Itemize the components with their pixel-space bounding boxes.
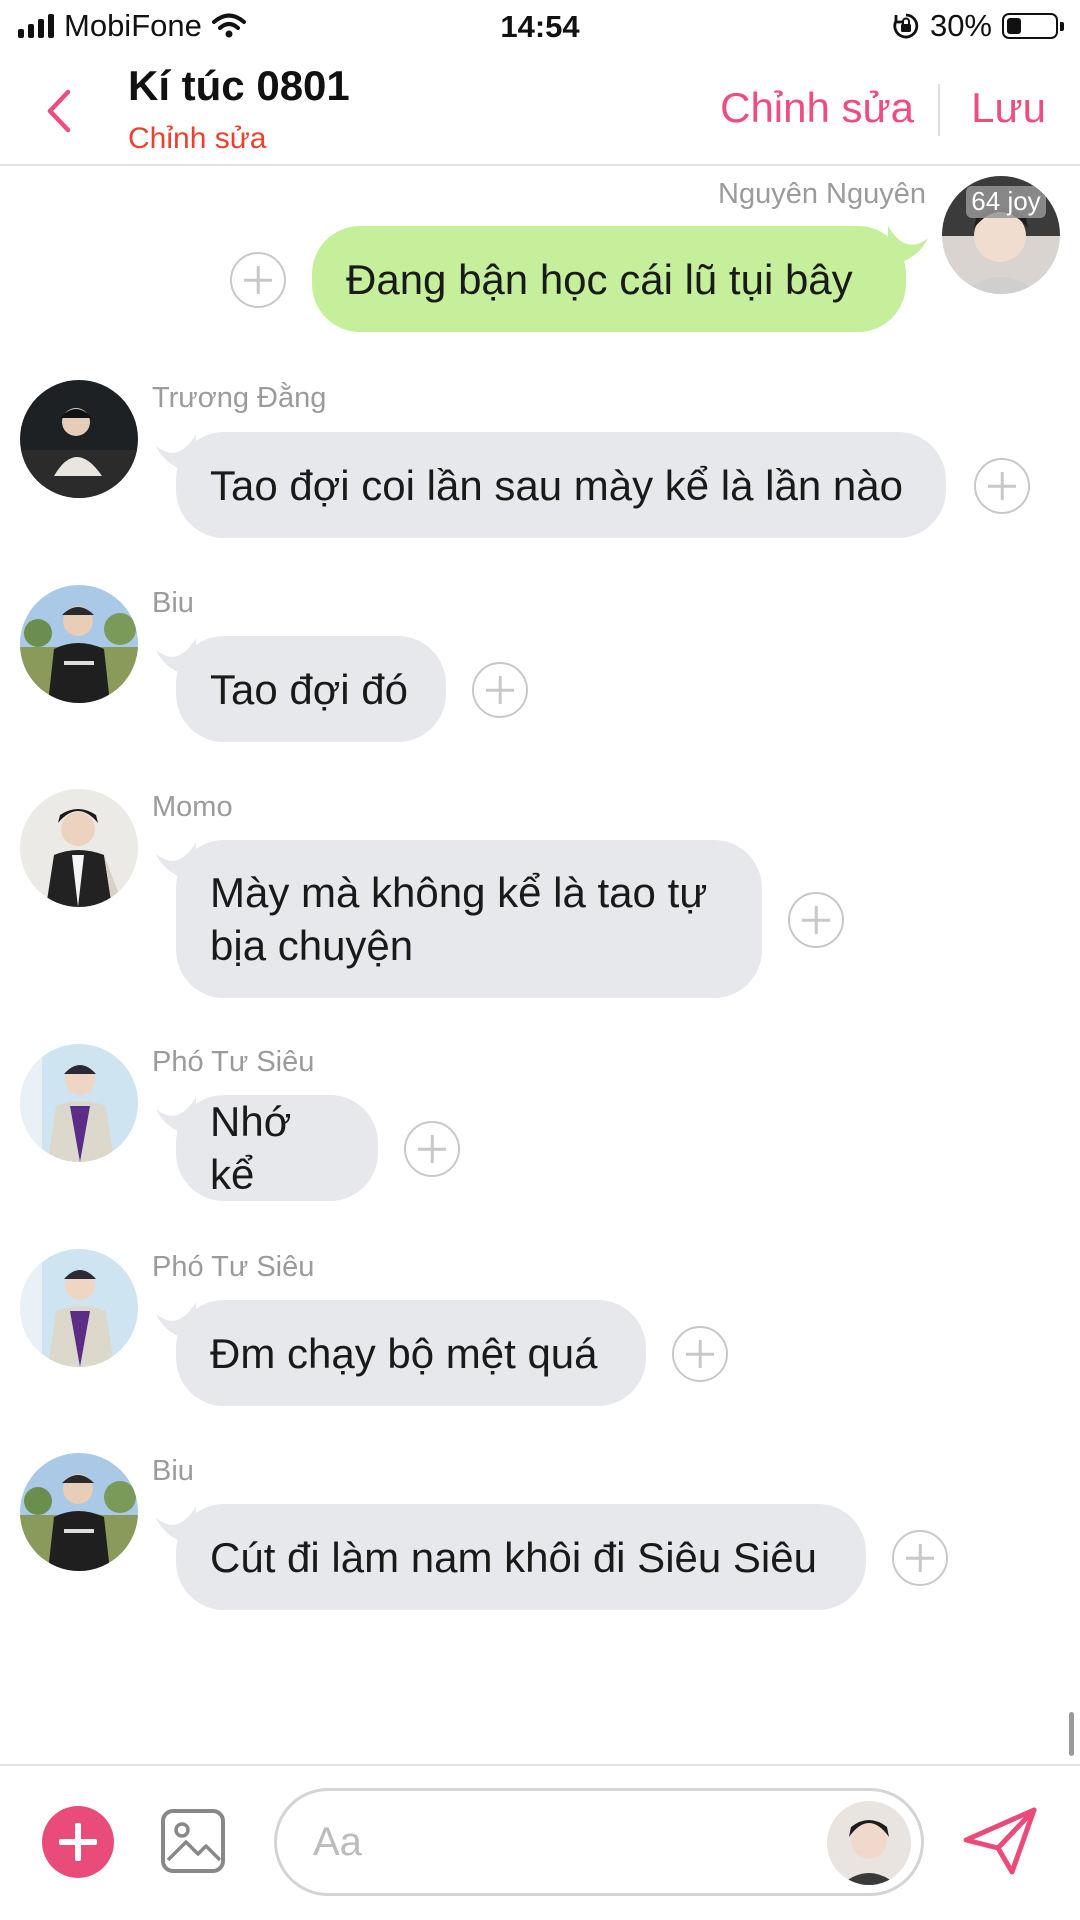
- battery-percent: 30%: [929, 8, 992, 43]
- message-input[interactable]: [313, 1813, 753, 1871]
- message-bubble[interactable]: Tao đợi coi lần sau mày kể là lần nào: [176, 432, 946, 538]
- sender-name: Phó Tư Siêu: [152, 1251, 315, 1283]
- message-bubble[interactable]: Nhớ kể: [176, 1095, 378, 1201]
- avatar[interactable]: [20, 585, 138, 703]
- chat-title: Kí túc 0801: [128, 62, 350, 109]
- sender-name: Phó Tư Siêu: [152, 1046, 315, 1078]
- avatar-badge: 64 joy: [971, 186, 1040, 216]
- sender-name: Nguyên Nguyên: [718, 178, 926, 210]
- message-bubble[interactable]: Tao đợi đó: [176, 636, 446, 742]
- add-reaction-button[interactable]: [788, 892, 844, 948]
- scrollbar[interactable]: [1069, 1712, 1074, 1756]
- message-bubble[interactable]: Mày mà không kể là tao tự bịa chuyện: [176, 840, 762, 998]
- avatar[interactable]: [20, 1044, 138, 1162]
- back-chevron-icon[interactable]: [40, 86, 80, 136]
- add-reaction-button[interactable]: [230, 252, 286, 308]
- save-button[interactable]: Lưu: [971, 84, 1046, 132]
- add-reaction-button[interactable]: [974, 458, 1030, 514]
- avatar[interactable]: [20, 1249, 138, 1367]
- add-reaction-button[interactable]: [892, 1530, 948, 1586]
- send-icon[interactable]: [962, 1806, 1038, 1876]
- add-attachment-button[interactable]: [42, 1806, 114, 1878]
- add-reaction-button[interactable]: [672, 1326, 728, 1382]
- image-icon[interactable]: [160, 1808, 226, 1874]
- sender-name: Momo: [152, 791, 233, 823]
- orientation-lock-icon: [893, 13, 919, 39]
- status-bar: MobiFone 14:54 30%: [0, 0, 1080, 56]
- avatar[interactable]: [20, 1453, 138, 1571]
- message-input-container: [274, 1788, 924, 1896]
- sender-name: Trương Đằng: [152, 382, 327, 414]
- sender-name: Biu: [152, 1455, 194, 1487]
- composer-bar: [0, 1764, 1080, 1920]
- message-bubble[interactable]: Đm chạy bộ mệt quá: [176, 1300, 646, 1406]
- battery-icon: [1002, 13, 1064, 39]
- add-reaction-button[interactable]: [404, 1121, 460, 1177]
- message-bubble[interactable]: Cút đi làm nam khôi đi Siêu Siêu: [176, 1504, 866, 1610]
- message-bubble[interactable]: Đang bận học cái lũ tụi bây: [312, 226, 906, 332]
- chat-header: Kí túc 0801 Chỉnh sửa Chỉnh sửa Lưu: [0, 56, 1080, 166]
- avatar[interactable]: [20, 380, 138, 498]
- chat-subtitle[interactable]: Chỉnh sửa: [128, 122, 267, 156]
- edit-button[interactable]: Chỉnh sửa: [720, 84, 914, 132]
- header-divider: [938, 84, 940, 136]
- avatar[interactable]: [20, 789, 138, 907]
- avatar[interactable]: [827, 1801, 911, 1885]
- avatar[interactable]: 64 joy: [942, 176, 1060, 294]
- add-reaction-button[interactable]: [472, 662, 528, 718]
- sender-name: Biu: [152, 587, 194, 619]
